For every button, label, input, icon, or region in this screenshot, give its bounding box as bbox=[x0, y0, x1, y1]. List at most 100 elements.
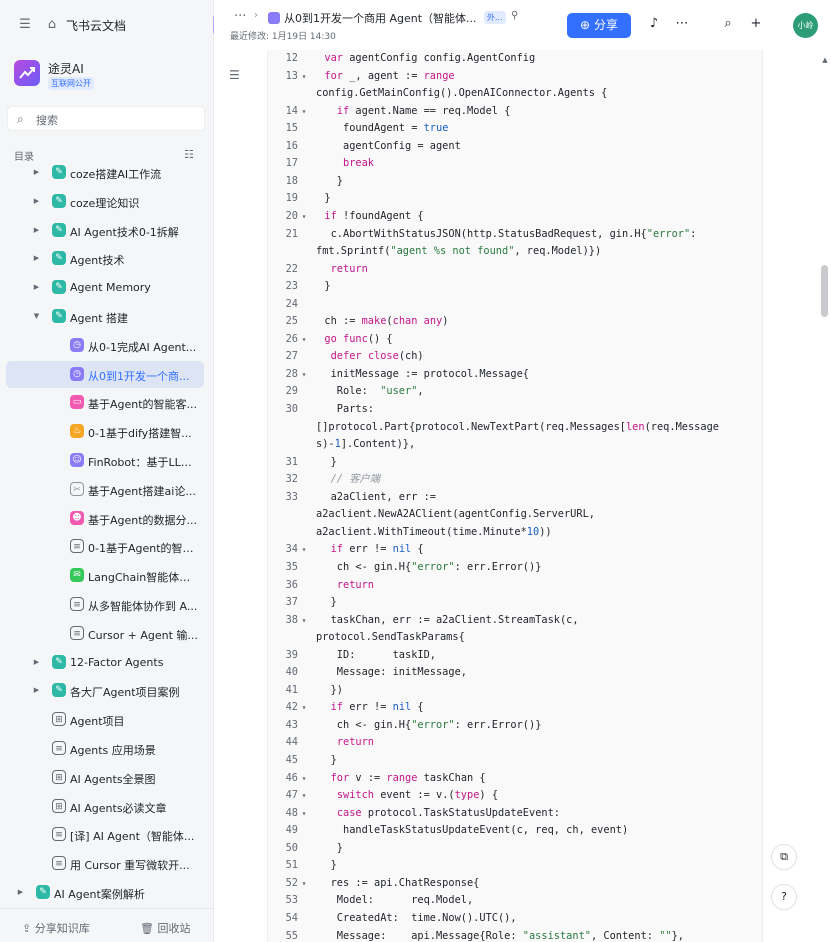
share-button[interactable]: ⊕ 分享 bbox=[567, 13, 631, 38]
scroll-up-icon[interactable]: ▲ bbox=[819, 56, 831, 64]
caret-right-icon[interactable]: ▶ bbox=[32, 167, 41, 177]
caret-right-icon[interactable]: ▶ bbox=[32, 657, 41, 667]
code-text: initMessage := protocol.Message{ bbox=[312, 367, 529, 380]
tree-node[interactable]: ≡ 用 Cursor 重写微软开... bbox=[6, 850, 204, 877]
code-text: var agentConfig config.AgentConfig bbox=[324, 52, 536, 64]
tree-node[interactable]: ⊞ AI Agents全景图 bbox=[6, 764, 204, 791]
timer-icon: ◷ bbox=[70, 337, 84, 352]
fold-caret-icon[interactable]: ▾ bbox=[298, 770, 310, 787]
wiki-icon: ✎ bbox=[52, 654, 66, 669]
tree-node[interactable]: ◷ 从0到1开发一个商... bbox=[6, 360, 204, 388]
tree-node[interactable]: ⊞ Agent项目 bbox=[6, 706, 204, 733]
outline-icon[interactable]: ☰ bbox=[229, 68, 240, 82]
caret-right-icon[interactable]: ▶ bbox=[32, 196, 41, 206]
code-text: return bbox=[336, 578, 375, 591]
fold-caret-icon[interactable]: ▾ bbox=[298, 68, 310, 85]
share-wiki-button[interactable]: ⇪ 分享知识库 bbox=[22, 920, 90, 936]
code-text: } bbox=[312, 841, 343, 854]
wiki-icon: ✎ bbox=[52, 251, 66, 266]
fold-caret-icon[interactable]: ▾ bbox=[298, 103, 310, 120]
add-icon[interactable]: + bbox=[748, 16, 764, 31]
fold-caret-icon[interactable]: ▾ bbox=[298, 875, 310, 892]
fold-caret-icon[interactable]: ▾ bbox=[298, 612, 310, 629]
code-text: foundAgent = true bbox=[312, 122, 449, 135]
fold-caret-icon[interactable]: ▾ bbox=[298, 208, 310, 225]
doc-title[interactable]: 从0到1开发一个商用 Agent（智能体... bbox=[284, 10, 477, 26]
fold-caret-icon[interactable]: ▾ bbox=[298, 366, 310, 383]
space-visibility-tag: 互联网公开 bbox=[48, 77, 94, 90]
code-text: ID: taskID, bbox=[312, 648, 436, 661]
bell-icon[interactable]: ♪ bbox=[646, 16, 662, 31]
tree-node[interactable]: ◷ 从0-1完成AI Agent... bbox=[6, 332, 204, 359]
brand-name[interactable]: 飞书云文档 bbox=[66, 17, 126, 34]
tools-icon: ✂ bbox=[70, 481, 84, 496]
avatar[interactable]: 小岭 bbox=[793, 13, 818, 38]
line-number: 36 bbox=[285, 578, 298, 591]
tree-node[interactable]: ≡ 从多智能体协作到 A... bbox=[6, 591, 204, 618]
caret-right-icon[interactable]: ▶ bbox=[32, 253, 41, 263]
tree-node[interactable]: ≡ 0-1基于Agent的智能... bbox=[6, 533, 204, 560]
tree-node[interactable]: ▶ ✎ AI Agent案例解析 bbox=[6, 879, 204, 906]
code-block: 12 var agentConfig config.AgentConfig 13 ▾… bbox=[267, 50, 763, 942]
fold-caret-icon[interactable]: ▾ bbox=[298, 787, 310, 804]
home-icon[interactable]: ⌂ bbox=[45, 18, 59, 32]
tree-node[interactable]: ⊞ AI Agents必读文章 bbox=[6, 793, 204, 820]
pin-icon[interactable]: ⚲ bbox=[511, 10, 518, 21]
code-line: 20 ▾ if !foundAgent { bbox=[268, 208, 762, 225]
tree-node[interactable]: ✉ LangChain智能体开... bbox=[6, 562, 204, 589]
help-icon[interactable]: ? bbox=[771, 884, 797, 910]
caret-down-icon[interactable]: ▼ bbox=[32, 311, 41, 321]
line-number: 26 bbox=[285, 332, 298, 345]
tree-node[interactable]: ≡ Cursor + Agent 输... bbox=[6, 620, 204, 647]
doc-icon: ≡ bbox=[70, 539, 84, 554]
fold-caret-icon[interactable]: ▾ bbox=[298, 541, 310, 558]
tree-node-label: 0-1基于dify搭建智... bbox=[88, 427, 192, 441]
tree-node[interactable]: ▶ ✎ AI Agent技术0-1拆解 bbox=[6, 217, 204, 244]
fold-caret-icon[interactable]: ▾ bbox=[298, 805, 310, 822]
code-line: 48 ▾ case protocol.TaskStatusUpdateEvent: bbox=[268, 805, 762, 822]
line-number: 41 bbox=[285, 683, 298, 696]
tree-node[interactable]: ▼ ✎ Agent 搭建 bbox=[6, 303, 204, 330]
caret-right-icon[interactable]: ▶ bbox=[32, 225, 41, 235]
tree-node[interactable]: ✂ 基于Agent搭建ai论... bbox=[6, 476, 204, 503]
caret-right-icon[interactable]: ▶ bbox=[16, 887, 25, 897]
tree-node[interactable]: ▭ 基于Agent的智能客... bbox=[6, 389, 204, 416]
tree-node[interactable]: ▶ ✎ coze理论知识 bbox=[6, 188, 204, 215]
fold-caret-icon[interactable]: ▾ bbox=[298, 331, 310, 348]
tree-node[interactable]: ☻ 基于Agent的数据分... bbox=[6, 505, 204, 532]
search-input[interactable]: ⌕ 搜索 bbox=[7, 106, 205, 131]
breadcrumb-more-button[interactable]: ··· bbox=[234, 9, 246, 24]
code-text: } bbox=[312, 455, 337, 468]
collapse-sidebar-icon[interactable]: ☰ bbox=[18, 18, 32, 32]
doc-info-icon[interactable]: ⧉ bbox=[771, 844, 797, 870]
tree-node[interactable]: ▶ ✎ 12-Factor Agents bbox=[6, 649, 204, 676]
scrollbar[interactable]: ▲ bbox=[819, 50, 831, 942]
tree-node[interactable]: ☺ FinRobot：基于LLM... bbox=[6, 447, 204, 474]
tree-node-label: AI Agents必读文章 bbox=[70, 801, 167, 815]
code-text: if err != nil { bbox=[330, 543, 424, 556]
caret-right-icon[interactable]: ▶ bbox=[32, 685, 41, 695]
tree-node[interactable]: ▶ ✎ 各大厂Agent项目案例 bbox=[6, 677, 204, 704]
tree-node-label: Agent项目 bbox=[70, 715, 125, 729]
more-options-icon[interactable]: ⋯ bbox=[674, 16, 690, 31]
trash-button[interactable]: 🗑 回收站 bbox=[140, 920, 190, 936]
tree-node-label: AI Agent技术0-1拆解 bbox=[70, 225, 179, 239]
space-header[interactable]: 途灵AI 互联网公开 bbox=[14, 60, 204, 90]
tree-node[interactable]: ▶ ✎ Agent技术 bbox=[6, 245, 204, 272]
code-line: 13 ▾ for _, agent := range bbox=[268, 68, 762, 85]
scrollbar-thumb[interactable] bbox=[821, 265, 828, 317]
tree-node-label: 从0-1完成AI Agent... bbox=[88, 340, 197, 354]
wiki-icon: ✎ bbox=[52, 683, 66, 698]
tree-node[interactable]: ♨ 0-1基于dify搭建智... bbox=[6, 418, 204, 445]
tree-node[interactable]: ≡ [译] AI Agent（智能体... bbox=[6, 821, 204, 848]
wiki-icon: ✎ bbox=[52, 193, 66, 208]
fold-caret-icon[interactable]: ▾ bbox=[298, 699, 310, 716]
tree-node[interactable]: ≡ Agents 应用场景 bbox=[6, 735, 204, 762]
search-icon[interactable]: ⌕ bbox=[720, 16, 736, 31]
tree-node[interactable]: ▶ ✎ Agent Memory bbox=[6, 274, 204, 301]
chevron-right-icon: › bbox=[254, 10, 258, 21]
caret-right-icon[interactable]: ▶ bbox=[32, 282, 41, 292]
tree-node[interactable]: ▶ ✎ coze搭建AI工作流 bbox=[6, 159, 204, 186]
line-number: 37 bbox=[285, 596, 298, 609]
sidebar: ☰ ⌂ 飞书云文档 途灵AI 互联网公开 ⌕ 搜索 目录 ☷ ▶ ✎ coze搭建A… bbox=[0, 0, 214, 942]
